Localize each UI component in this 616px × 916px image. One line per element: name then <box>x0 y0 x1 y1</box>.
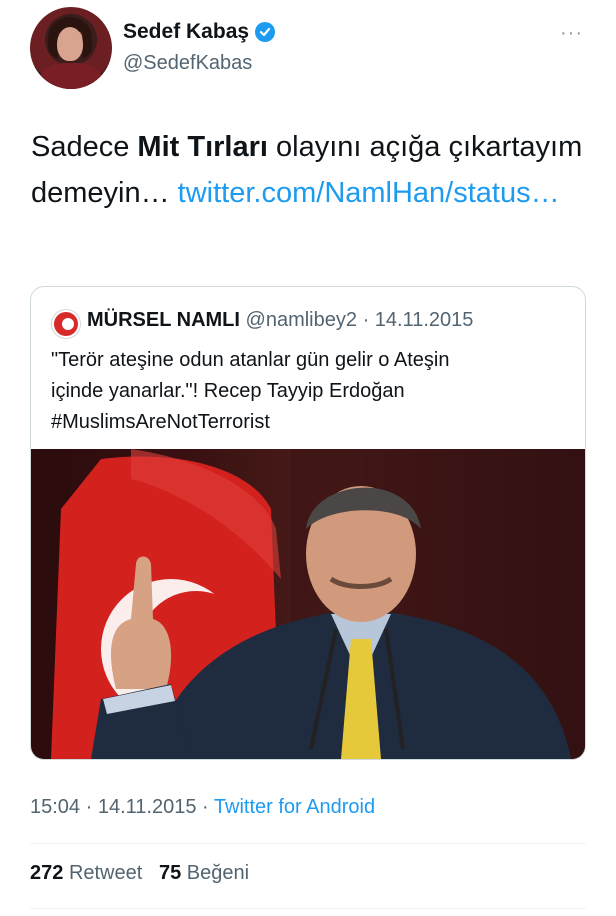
quoted-author-avatar[interactable] <box>51 309 81 339</box>
avatar-body <box>40 63 102 89</box>
author-display-name[interactable]: Sedef Kabaş <box>123 20 249 44</box>
tweet-text-bold: Mit Tırları <box>137 131 268 163</box>
quoted-tweet-text: "Terör ateşine odun atanlar gün gelir o … <box>51 345 571 438</box>
like-label: Beğeni <box>186 862 250 884</box>
author-handle[interactable]: @SedefKabas <box>123 52 252 75</box>
retweet-label: Retweet <box>68 862 143 884</box>
quoted-text-line: içinde yanarlar."! Recep Tayyip Erdoğan <box>51 380 405 402</box>
tweet-stats: 272 Retweet 75 Beğeni <box>30 862 249 885</box>
tweet-text-part1: Sadece <box>31 131 138 163</box>
speaker-photo-illustration <box>51 449 585 759</box>
author-name-row: Sedef Kabaş <box>123 20 276 44</box>
quoted-tweet-image[interactable] <box>31 449 585 759</box>
tweet-text: Sadece Mit Tırları olayını açığa çıkarta… <box>31 124 591 216</box>
verified-badge-icon <box>255 22 276 42</box>
retweet-count: 272 <box>30 862 64 884</box>
more-options-icon[interactable]: ··· <box>560 22 583 45</box>
quoted-hashtag[interactable]: #MuslimsAreNotTerrorist <box>51 407 571 438</box>
tweet-detail: Sedef Kabaş @SedefKabas ··· Sadece Mit T… <box>0 0 616 916</box>
flag-icon <box>54 312 78 336</box>
divider <box>30 908 586 909</box>
tweet-link[interactable]: twitter.com/NamlHan/status… <box>178 177 560 209</box>
quoted-display-name[interactable]: MÜRSEL NAMLI <box>87 309 240 331</box>
tweet-source-link[interactable]: Twitter for Android <box>214 796 375 818</box>
like-count: 75 <box>158 862 182 884</box>
quoted-tweet-card[interactable]: MÜRSEL NAMLI @namlibey2 · 14.11.2015 "Te… <box>30 286 586 760</box>
quoted-tweet-header: MÜRSEL NAMLI @namlibey2 · 14.11.2015 <box>87 309 473 332</box>
author-avatar[interactable] <box>30 7 112 89</box>
meta-separator: · <box>85 796 93 818</box>
retweet-stat[interactable]: 272 Retweet <box>30 862 142 884</box>
tweet-date[interactable]: 14.11.2015 <box>98 796 197 818</box>
tweet-meta: 15:04 · 14.11.2015 · Twitter for Android <box>30 796 375 819</box>
divider <box>30 843 586 844</box>
tweet-time[interactable]: 15:04 <box>30 796 80 818</box>
meta-separator: · <box>202 796 209 818</box>
like-stat[interactable]: 75 Beğeni <box>159 862 249 884</box>
avatar-face <box>57 27 83 61</box>
quoted-handle[interactable]: @namlibey2 <box>246 309 357 331</box>
quoted-separator: · <box>362 309 370 331</box>
quoted-text-line: "Terör ateşine odun atanlar gün gelir o … <box>51 349 450 371</box>
quoted-date[interactable]: 14.11.2015 <box>375 309 474 331</box>
